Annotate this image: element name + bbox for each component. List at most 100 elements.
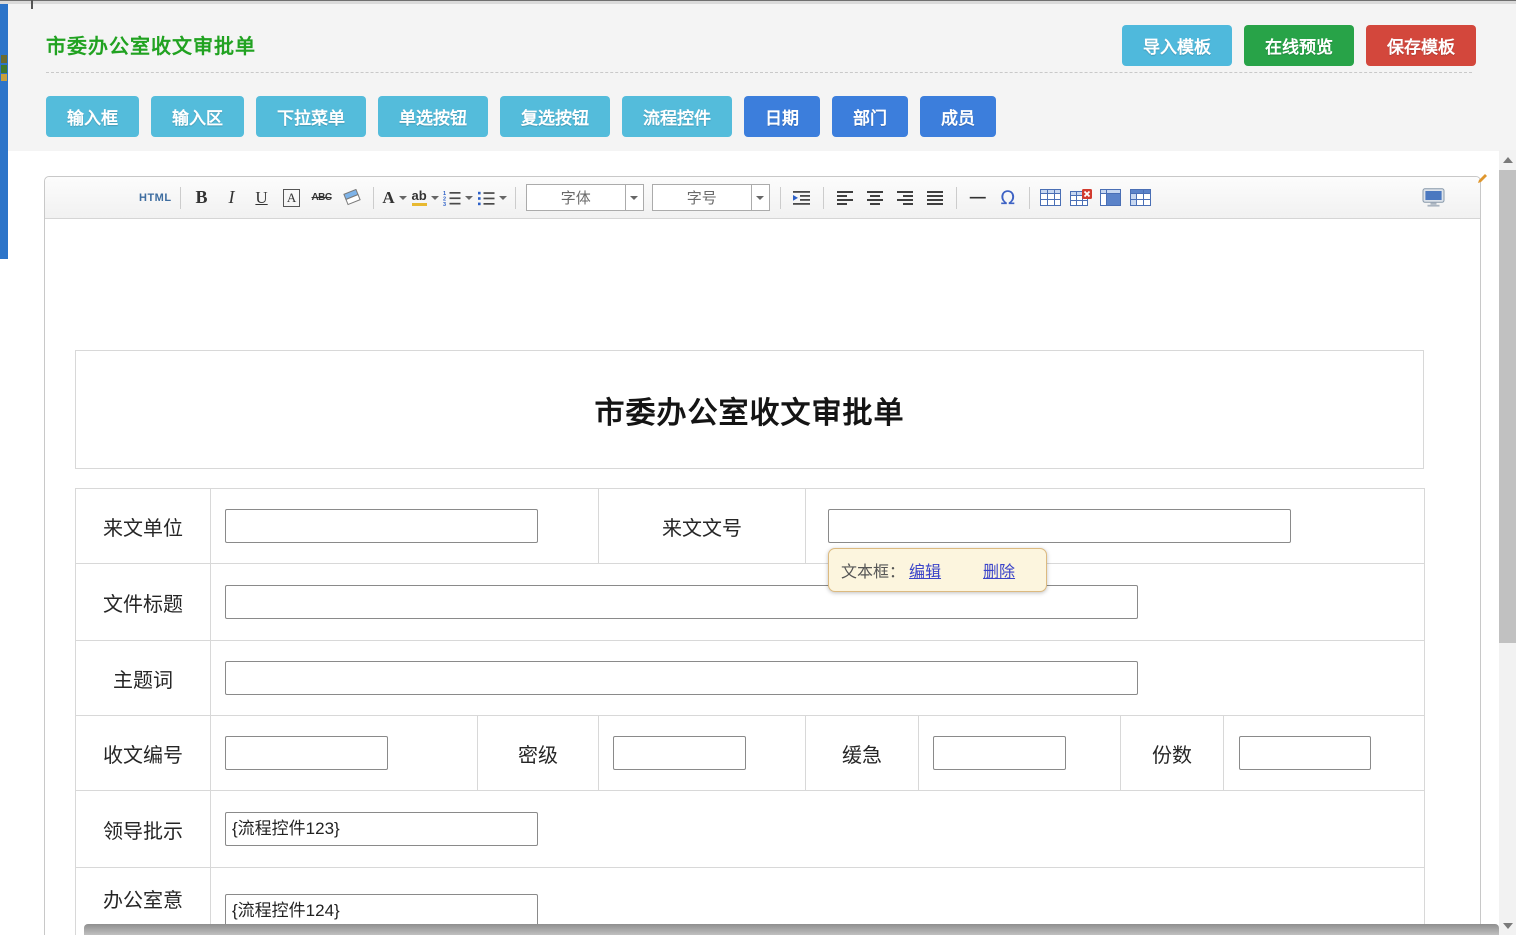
highlight-color-button[interactable]: ab — [412, 184, 439, 212]
widget-radio-button[interactable]: 单选按钮 — [378, 96, 488, 137]
text-input[interactable] — [1239, 736, 1371, 770]
chevron-down-icon — [499, 196, 507, 200]
ordered-list-button[interactable]: 1 2 3 — [443, 184, 473, 212]
page: 市委办公室收文审批单 导入模板 在线预览 保存模板 输入框 输入区 下拉菜单 单… — [0, 0, 1516, 935]
edit-link[interactable]: 编辑 — [909, 558, 941, 582]
field-label: 来文文号 — [599, 489, 806, 564]
field-label: 收文编号 — [76, 716, 211, 791]
strikethrough-button[interactable]: ABC — [309, 184, 335, 212]
indent-button[interactable] — [789, 184, 815, 212]
field-cell — [211, 716, 478, 791]
field-cell — [211, 564, 1425, 641]
pencil-icon — [1478, 174, 1487, 183]
cell-properties-button[interactable] — [1098, 184, 1124, 212]
special-char-button[interactable]: Ω — [995, 184, 1021, 212]
horizontal-rule-button[interactable]: — — [965, 184, 991, 212]
field-cell — [211, 641, 1425, 716]
align-center-button[interactable] — [862, 184, 888, 212]
align-right-button[interactable] — [892, 184, 918, 212]
align-right-icon — [896, 190, 914, 206]
widget-dropdown-button[interactable]: 下拉菜单 — [256, 96, 366, 137]
toolbar-separator — [515, 187, 516, 209]
italic-button[interactable]: I — [219, 184, 245, 212]
header-panel: 市委办公室收文审批单 导入模板 在线预览 保存模板 输入框 输入区 下拉菜单 单… — [8, 4, 1516, 151]
widget-checkbox-button[interactable]: 复选按钮 — [500, 96, 610, 137]
align-left-button[interactable] — [832, 184, 858, 212]
delete-link[interactable]: 删除 — [983, 558, 1015, 582]
align-center-icon — [866, 190, 884, 206]
fullscreen-button[interactable] — [1420, 184, 1446, 212]
document-title: 市委办公室收文审批单 — [595, 388, 905, 432]
scrollbar-thumb[interactable] — [1499, 170, 1516, 643]
scroll-down-button[interactable] — [1499, 918, 1516, 934]
align-justify-button[interactable] — [922, 184, 948, 212]
insert-table-button[interactable] — [1038, 184, 1064, 212]
background-window-strip — [0, 3, 8, 259]
window-top-tick — [31, 0, 33, 9]
background-window-bottom-bar — [84, 924, 1499, 935]
background-icon-fragment — [1, 65, 7, 73]
dropdown-arrow — [625, 185, 643, 210]
toolbar-separator — [780, 187, 781, 209]
highlight-icon: ab — [412, 189, 427, 206]
widget-flow-control-button[interactable]: 流程控件 — [622, 96, 732, 137]
field-cell — [211, 489, 599, 564]
field-label: 份数 — [1121, 716, 1224, 791]
document-title-block: 市委办公室收文审批单 — [75, 350, 1424, 469]
flow-control-input[interactable]: {流程控件123} — [225, 812, 538, 846]
widget-member-button[interactable]: 成员 — [920, 96, 996, 137]
unordered-list-button[interactable] — [477, 184, 507, 212]
html-source-button[interactable]: HTML — [139, 184, 172, 212]
widget-date-button[interactable]: 日期 — [744, 96, 820, 137]
rich-text-editor: HTML B I U A ABC A ab — [44, 176, 1481, 935]
text-input[interactable] — [225, 509, 538, 543]
font-color-button[interactable]: A — [382, 184, 408, 212]
boxed-a-icon: A — [283, 189, 300, 207]
font-size-select[interactable]: 字号 — [652, 184, 770, 211]
toolbar-separator — [180, 187, 181, 209]
save-template-button[interactable]: 保存模板 — [1366, 25, 1476, 66]
font-color-icon: A — [382, 188, 394, 208]
window-top-edge — [0, 0, 1516, 4]
table-row: 文件标题 — [76, 564, 1425, 641]
table-grid-icon — [1130, 189, 1151, 206]
field-label: 缓急 — [806, 716, 919, 791]
chevron-down-icon — [399, 196, 407, 200]
table-cell-icon — [1100, 189, 1121, 206]
delete-table-button[interactable] — [1068, 184, 1094, 212]
unordered-list-icon — [477, 190, 495, 206]
font-family-value: 字体 — [527, 187, 625, 208]
toolbar-separator — [1029, 187, 1030, 209]
vertical-scrollbar[interactable] — [1499, 150, 1516, 935]
remove-format-button[interactable] — [339, 184, 365, 212]
table-icon — [1040, 189, 1061, 206]
text-input[interactable] — [225, 661, 1138, 695]
table-row: 来文单位 来文文号 — [76, 489, 1425, 564]
background-icon-fragment — [1, 74, 7, 81]
widget-input-box-button[interactable]: 输入框 — [46, 96, 139, 137]
widget-department-button[interactable]: 部门 — [832, 96, 908, 137]
field-label: 文件标题 — [76, 564, 211, 641]
editor-canvas[interactable]: 市委办公室收文审批单 来文单位 来文文号 — [45, 219, 1480, 935]
underline-button[interactable]: U — [249, 184, 275, 212]
table-properties-button[interactable] — [1128, 184, 1154, 212]
widget-buttons: 输入框 输入区 下拉菜单 单选按钮 复选按钮 流程控件 日期 部门 成员 — [46, 96, 996, 137]
field-label: 来文单位 — [76, 489, 211, 564]
arrow-up-icon — [1503, 157, 1513, 163]
toolbar-separator — [373, 187, 374, 209]
import-template-button[interactable]: 导入模板 — [1122, 25, 1232, 66]
scroll-up-button[interactable] — [1499, 152, 1516, 168]
online-preview-button[interactable]: 在线预览 — [1244, 25, 1354, 66]
font-family-select[interactable]: 字体 — [526, 184, 644, 211]
text-input[interactable] — [828, 509, 1291, 543]
page-title: 市委办公室收文审批单 — [46, 30, 256, 59]
format-a-button[interactable]: A — [279, 184, 305, 212]
widget-input-area-button[interactable]: 输入区 — [151, 96, 244, 137]
text-input[interactable] — [225, 736, 388, 770]
dropdown-arrow — [751, 185, 769, 210]
text-input[interactable] — [933, 736, 1066, 770]
flow-control-input[interactable]: {流程控件124} — [225, 894, 538, 928]
text-input[interactable] — [613, 736, 746, 770]
bold-button[interactable]: B — [189, 184, 215, 212]
field-cell — [919, 716, 1121, 791]
